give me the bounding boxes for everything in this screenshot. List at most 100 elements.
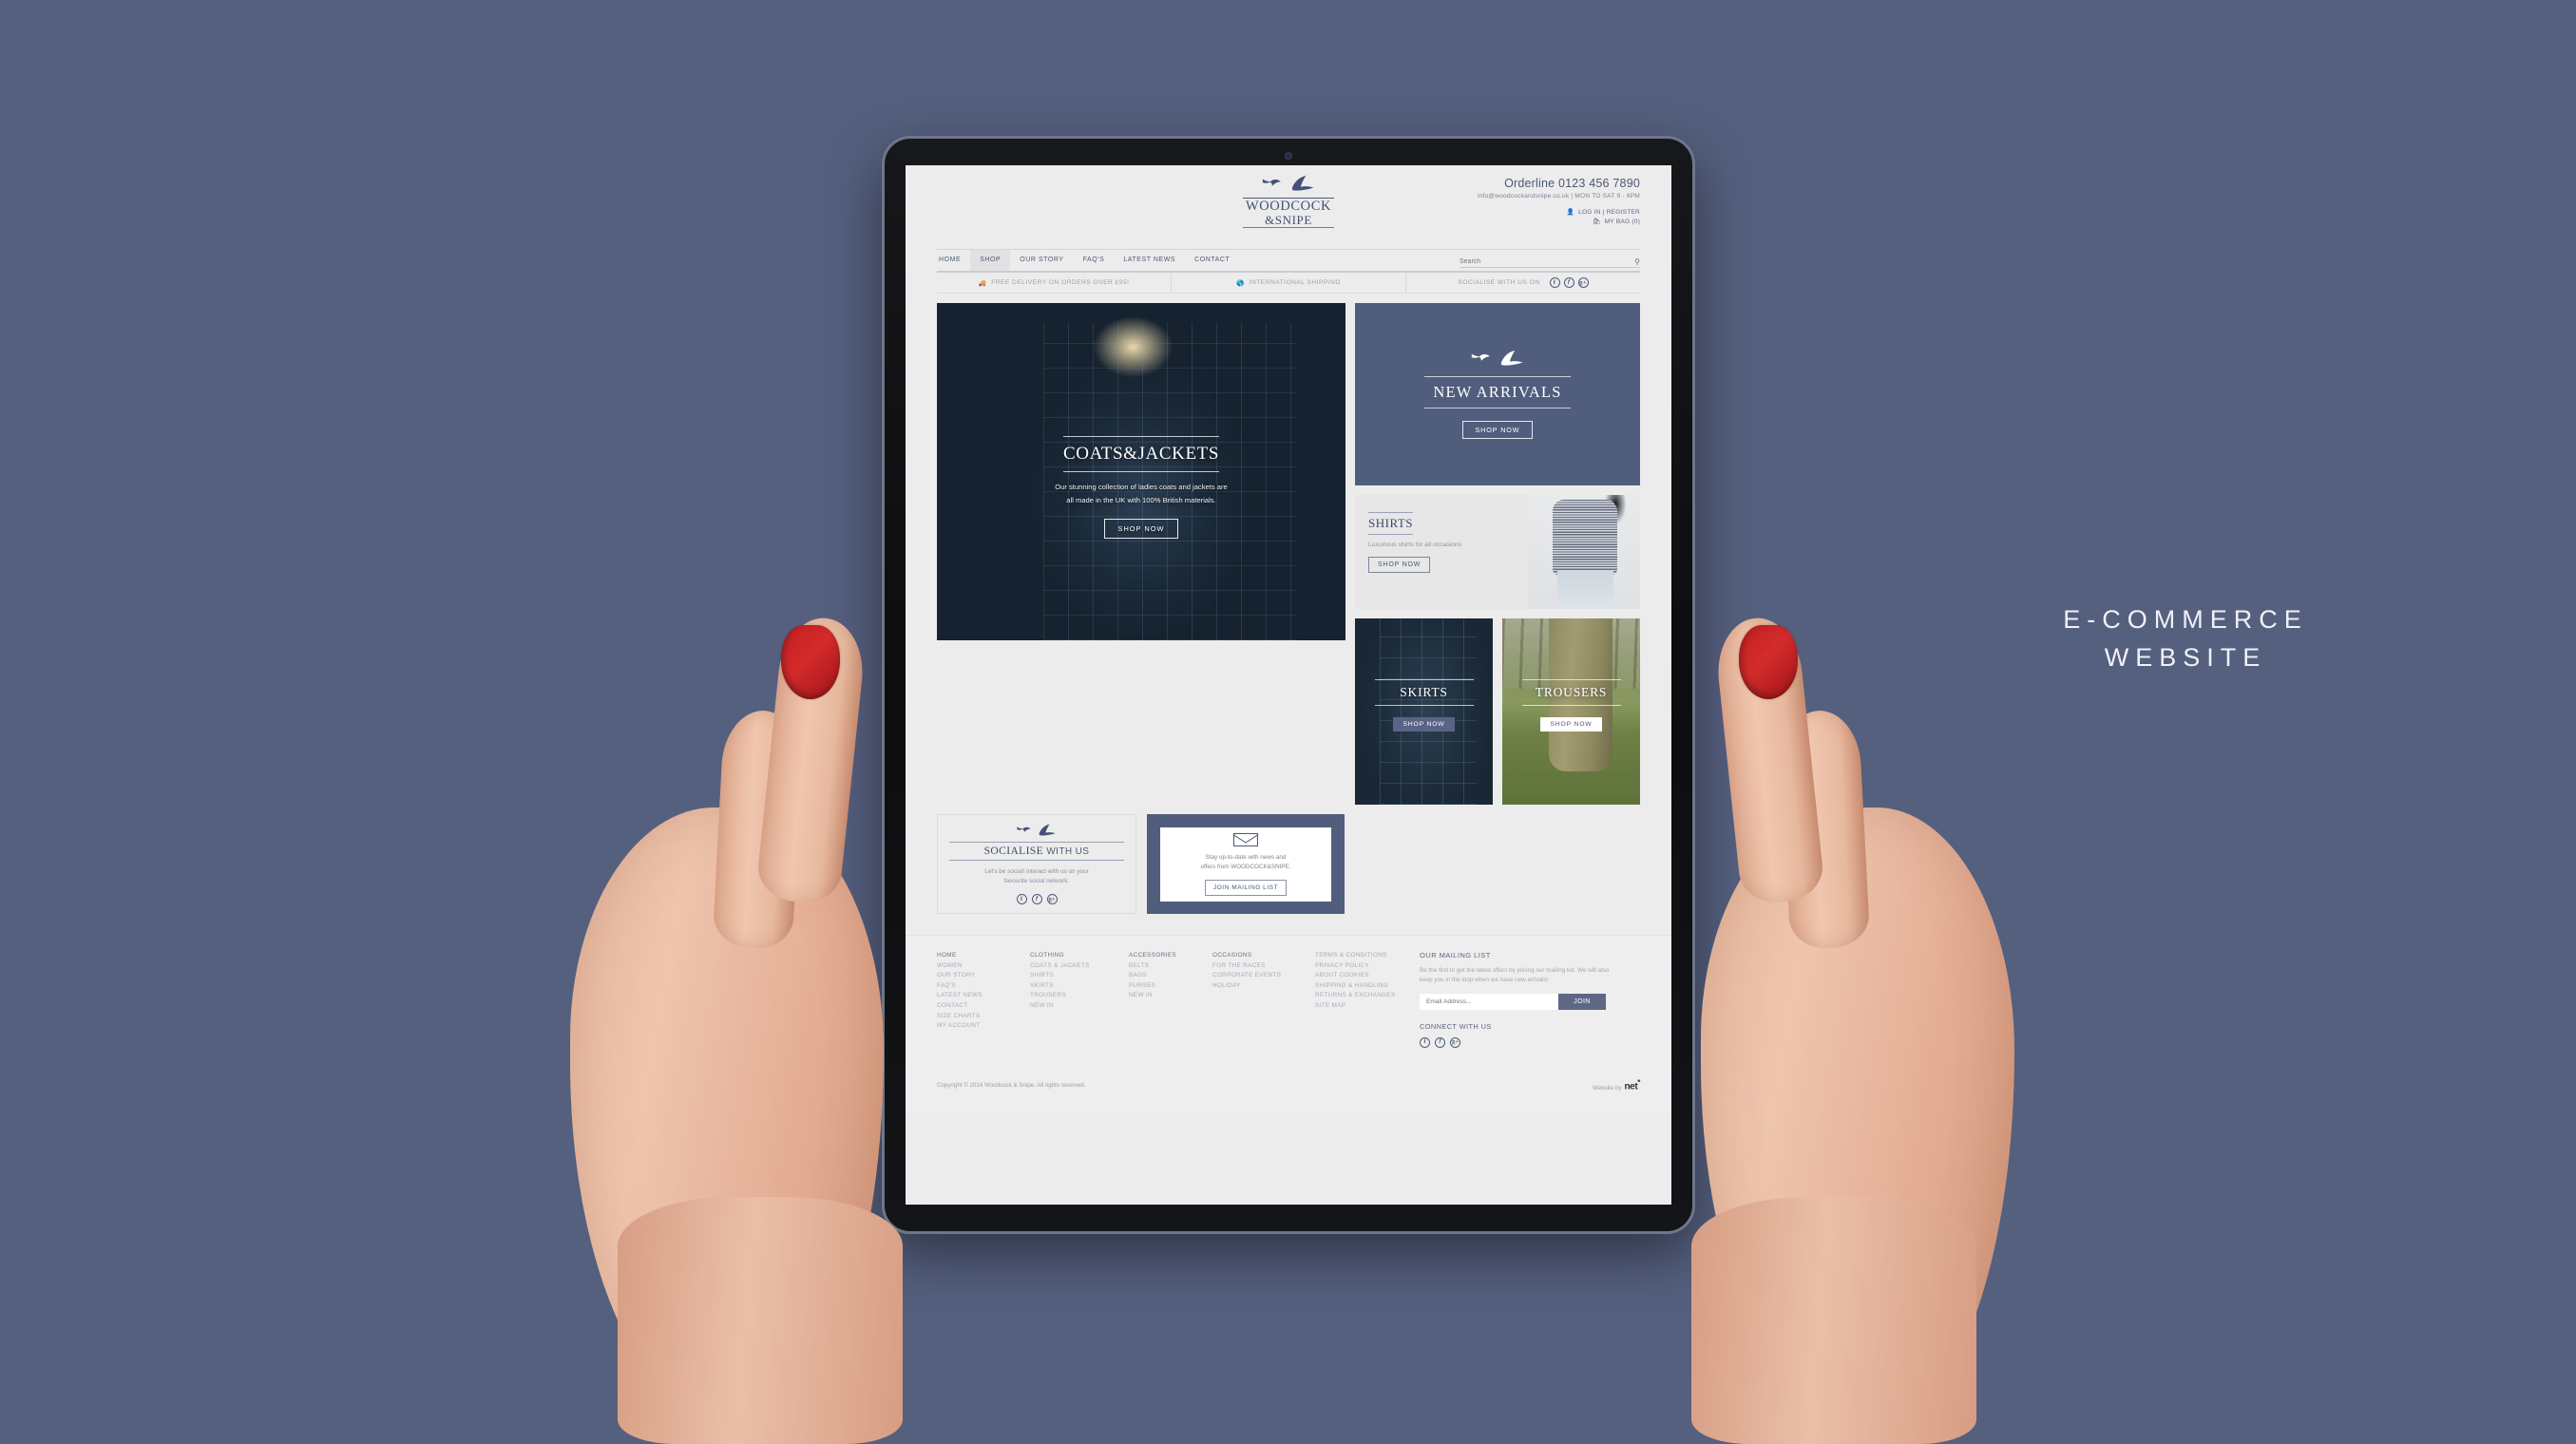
website-by: Website by net*: [1593, 1078, 1640, 1092]
tile-trousers[interactable]: TROUSERS SHOP NOW: [1502, 618, 1640, 805]
left-column: COATS&JACKETS Our stunning collection of…: [937, 303, 1345, 805]
footer-link[interactable]: SHIRTS: [1030, 971, 1129, 981]
googleplus-icon[interactable]: g+: [1577, 277, 1589, 288]
shirts-text-block: SHIRTS Luxurious shirts for all occasion…: [1355, 495, 1512, 609]
socialise-title-strong: SOCIALISE: [983, 846, 1044, 857]
footer-columns: HOME WOMEN OUR STORY FAQ'S LATEST NEWS C…: [937, 951, 1640, 1049]
facebook-icon[interactable]: f: [1420, 1037, 1430, 1049]
footer-heading-home: HOME: [937, 952, 957, 959]
footer-link[interactable]: PURSES: [1129, 981, 1212, 992]
orderline-text: Orderline 0123 456 7890: [1504, 177, 1640, 190]
twitter-icon[interactable]: 𝑓: [1563, 277, 1574, 288]
site-logo[interactable]: WOODCOCK &SNIPE: [1243, 175, 1334, 229]
footer-link[interactable]: FOR THE RACES: [1212, 961, 1315, 972]
agency-logo[interactable]: net*: [1624, 1078, 1640, 1092]
promo-delivery: 🚚 FREE DELIVERY ON ORDERS OVER £95!: [937, 273, 1171, 293]
footer-link[interactable]: FAQ'S: [937, 981, 1030, 992]
footer-signup-form: JOIN: [1420, 993, 1606, 1010]
promo-strip: 🚚 FREE DELIVERY ON ORDERS OVER £95! 🌎 IN…: [937, 273, 1640, 294]
promo-boxes: SOCIALISE WITH US Let's be social! inter…: [937, 814, 1640, 914]
footer-link[interactable]: NEW IN: [1030, 1001, 1129, 1012]
footer-link[interactable]: MY ACCOUNT: [937, 1021, 1030, 1032]
nav-item-contact[interactable]: CONTACT: [1185, 250, 1239, 271]
new-arrivals-shop-now-button[interactable]: SHOP NOW: [1462, 421, 1533, 439]
left-wrist: [618, 1197, 903, 1444]
search-icon[interactable]: ⚲: [1630, 257, 1640, 266]
header-email[interactable]: info@woodcockandsnipe.co.uk: [1478, 193, 1569, 200]
mailing-subtitle: Stay up-to-date with news and offers fro…: [1200, 853, 1290, 872]
nav-item-our-story[interactable]: OUR STORY: [1010, 250, 1073, 271]
shirts-panel[interactable]: SHIRTS Luxurious shirts for all occasion…: [1355, 495, 1640, 609]
footer-link[interactable]: HOLIDAY: [1212, 981, 1315, 992]
footer-link[interactable]: TERMS & CONDITIONS: [1315, 951, 1420, 961]
footer-social-links: f 𝑓 g+: [1420, 1037, 1640, 1049]
footer-link[interactable]: BELTS: [1129, 961, 1212, 972]
shirts-shop-now-button[interactable]: SHOP NOW: [1368, 557, 1431, 573]
footer-container: HOME WOMEN OUR STORY FAQ'S LATEST NEWS C…: [937, 951, 1640, 1100]
footer-link[interactable]: TROUSERS: [1030, 991, 1129, 1001]
trousers-shop-now-button[interactable]: SHOP NOW: [1540, 717, 1602, 732]
footer-heading-occasions: OCCASIONS: [1212, 952, 1252, 959]
nav-item-latest-news[interactable]: LATEST NEWS: [1114, 250, 1185, 271]
footer-link[interactable]: WOMEN: [937, 961, 1030, 972]
account-row: 👤 LOG IN | REGISTER: [1478, 208, 1640, 216]
bag-row[interactable]: 🛍 MY BAG (0): [1478, 218, 1640, 225]
register-link[interactable]: REGISTER: [1607, 209, 1640, 216]
footer-col-mailing: OUR MAILING LIST Be the first to get the…: [1420, 951, 1640, 1049]
login-link[interactable]: LOG IN: [1578, 209, 1601, 216]
footer-link[interactable]: ABOUT COOKIES: [1315, 971, 1420, 981]
shirts-subtitle: Luxurious shirts for all occasions: [1368, 542, 1462, 548]
nav-item-faqs[interactable]: FAQ'S: [1074, 250, 1115, 271]
search-input[interactable]: [1460, 256, 1630, 267]
promo-shipping-label: INTERNATIONAL SHIPPING: [1249, 279, 1342, 286]
nav-item-shop[interactable]: SHOP: [970, 250, 1011, 271]
googleplus-icon[interactable]: g+: [1046, 894, 1058, 904]
skirts-shop-now-button[interactable]: SHOP NOW: [1393, 717, 1455, 732]
bag-label[interactable]: MY BAG (0): [1605, 218, 1640, 225]
hero-sub-line-2: all made in the UK with 100% British mat…: [1066, 496, 1216, 504]
socialise-title: SOCIALISE WITH US: [949, 842, 1124, 861]
logo-word-2: &SNIPE: [1265, 212, 1312, 227]
footer-link[interactable]: LATEST NEWS: [937, 991, 1030, 1001]
twitter-icon[interactable]: 𝑓: [1031, 894, 1042, 904]
footer-link[interactable]: COATS & JACKETS: [1030, 961, 1129, 972]
footer-link[interactable]: CONTACT: [937, 1001, 1030, 1012]
facebook-icon[interactable]: f: [1016, 894, 1027, 904]
nav-item-home[interactable]: HOME: [937, 250, 970, 271]
footer-link[interactable]: CORPORATE EVENTS: [1212, 971, 1315, 981]
header-contact: Orderline 0123 456 7890 info@woodcockand…: [1478, 177, 1640, 225]
footer-link[interactable]: OUR STORY: [937, 971, 1030, 981]
two-birds-icon: [1262, 175, 1314, 191]
socialise-sub-line-1: Let's be social! interact with us on you…: [984, 868, 1089, 875]
search-box[interactable]: ⚲: [1460, 256, 1640, 268]
footer-join-button[interactable]: JOIN: [1558, 993, 1606, 1010]
promo-delivery-label: FREE DELIVERY ON ORDERS OVER £95!: [991, 279, 1130, 286]
website-by-label: Website by: [1592, 1084, 1622, 1092]
footer-col-legal: TERMS & CONDITIONS PRIVACY POLICY ABOUT …: [1315, 951, 1420, 1048]
footer-link[interactable]: SKIRTS: [1030, 981, 1129, 992]
footer-link[interactable]: SIZE CHARTS: [937, 1012, 1030, 1022]
footer-link[interactable]: SITE MAP: [1315, 1001, 1420, 1012]
googleplus-icon[interactable]: g+: [1450, 1037, 1460, 1049]
header-sep: |: [1571, 193, 1574, 200]
footer-link[interactable]: SHIPPING & HANDLING: [1315, 981, 1420, 992]
twitter-icon[interactable]: 𝑓: [1435, 1037, 1445, 1049]
footer-connect-heading: CONNECT WITH US: [1420, 1021, 1492, 1031]
left-thumb: [754, 614, 868, 906]
new-arrivals-panel[interactable]: NEW ARRIVALS SHOP NOW: [1355, 303, 1640, 485]
facebook-icon[interactable]: f: [1549, 277, 1560, 288]
tile-skirts[interactable]: SKIRTS SHOP NOW: [1355, 618, 1493, 805]
join-mailing-list-button[interactable]: JOIN MAILING LIST: [1204, 879, 1288, 896]
copyright-text: Copyright © 2014 Woodcock & Snipe. All r…: [937, 1081, 1086, 1089]
shirts-jeans: [1556, 570, 1613, 609]
footer-link[interactable]: RETURNS & EXCHANGES: [1315, 991, 1420, 1001]
main-nav-wrapper: HOME SHOP OUR STORY FAQ'S LATEST NEWS CO…: [937, 249, 1640, 273]
hero-coats-jackets[interactable]: COATS&JACKETS Our stunning collection of…: [937, 303, 1345, 640]
footer-link[interactable]: PRIVACY POLICY: [1315, 961, 1420, 972]
footer-email-input[interactable]: [1420, 993, 1558, 1010]
footer-link[interactable]: NEW IN: [1129, 991, 1212, 1001]
hero-shop-now-button[interactable]: SHOP NOW: [1103, 519, 1179, 539]
globe-icon: 🌎: [1235, 279, 1245, 287]
footer-link[interactable]: BAGS: [1129, 971, 1212, 981]
logo-word-1: WOODCOCK: [1245, 199, 1332, 214]
